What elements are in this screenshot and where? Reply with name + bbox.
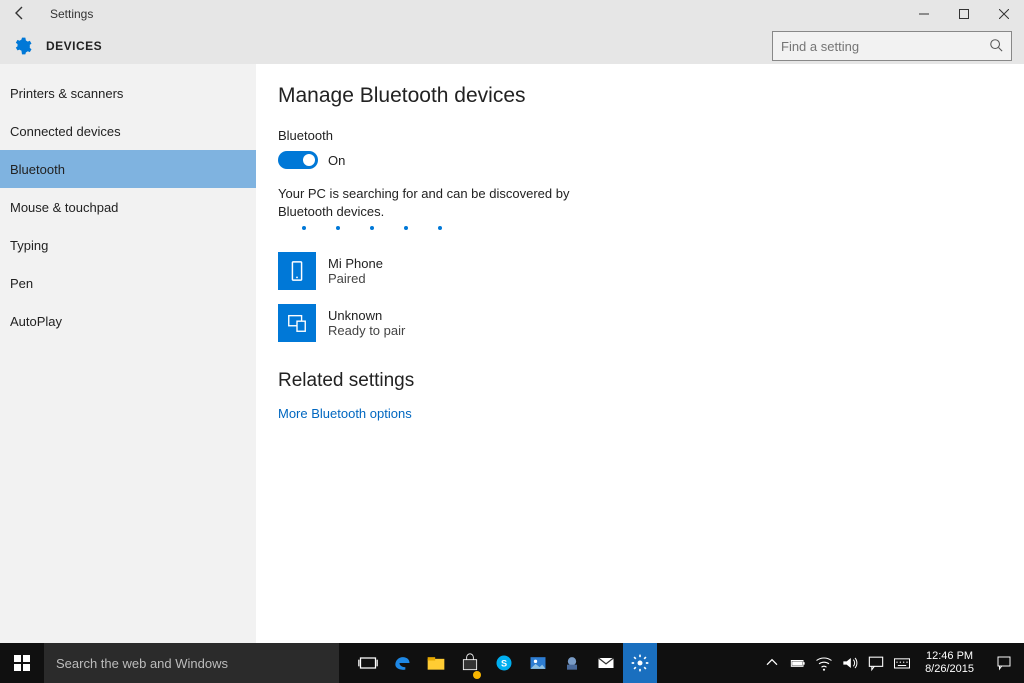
subheader: DEVICES <box>0 28 1024 64</box>
sidebar: Printers & scanners Connected devices Bl… <box>0 64 256 643</box>
device-name: Mi Phone <box>328 256 383 271</box>
device-item[interactable]: Mi Phone Paired <box>278 252 1002 290</box>
pc-icon <box>278 304 316 342</box>
search-icon <box>989 38 1003 55</box>
gear-icon <box>12 36 32 56</box>
settings-taskbar-icon[interactable] <box>623 643 657 683</box>
back-button[interactable] <box>0 5 40 24</box>
action-center-tray-icon[interactable] <box>863 653 889 673</box>
notification-center-button[interactable] <box>984 654 1024 672</box>
minimize-button[interactable] <box>904 0 944 28</box>
sidebar-item-bluetooth[interactable]: Bluetooth <box>0 150 256 188</box>
bluetooth-toggle-row: On <box>278 151 1002 169</box>
bluetooth-toggle[interactable] <box>278 151 318 169</box>
file-explorer-icon[interactable] <box>419 643 453 683</box>
bluetooth-status-text: Your PC is searching for and can be disc… <box>278 185 618 220</box>
settings-body: Printers & scanners Connected devices Bl… <box>0 64 1024 643</box>
searching-indicator <box>278 226 1002 230</box>
tray-overflow-icon[interactable] <box>759 653 785 673</box>
mail-icon[interactable] <box>589 643 623 683</box>
task-view-button[interactable] <box>351 643 385 683</box>
taskbar-clock[interactable]: 12:46 PM 8/26/2015 <box>915 650 984 676</box>
toggle-knob <box>303 154 315 166</box>
settings-search-input[interactable] <box>781 39 989 54</box>
keyboard-icon[interactable] <box>889 653 915 673</box>
bluetooth-label: Bluetooth <box>278 128 1002 143</box>
app-icon[interactable] <box>555 643 589 683</box>
sidebar-item-autoplay[interactable]: AutoPlay <box>0 302 256 340</box>
taskbar-search[interactable]: Search the web and Windows <box>44 643 339 683</box>
sidebar-item-pen[interactable]: Pen <box>0 264 256 302</box>
notification-badge <box>473 671 481 679</box>
clock-time: 12:46 PM <box>926 650 973 663</box>
edge-icon[interactable] <box>385 643 419 683</box>
sidebar-item-mouse-touchpad[interactable]: Mouse & touchpad <box>0 188 256 226</box>
sidebar-item-typing[interactable]: Typing <box>0 226 256 264</box>
wifi-icon[interactable] <box>811 653 837 673</box>
phone-icon <box>278 252 316 290</box>
svg-text:S: S <box>501 658 507 668</box>
sidebar-item-printers[interactable]: Printers & scanners <box>0 74 256 112</box>
device-name: Unknown <box>328 308 405 323</box>
main-panel: Manage Bluetooth devices Bluetooth On Yo… <box>256 64 1024 643</box>
clock-date: 8/26/2015 <box>925 663 974 676</box>
system-tray: 12:46 PM 8/26/2015 <box>759 643 1024 683</box>
device-status: Paired <box>328 271 383 286</box>
more-bluetooth-options-link[interactable]: More Bluetooth options <box>278 406 1002 421</box>
device-status: Ready to pair <box>328 323 405 338</box>
store-icon[interactable] <box>453 643 487 683</box>
device-item[interactable]: Unknown Ready to pair <box>278 304 1002 342</box>
skype-icon[interactable]: S <box>487 643 521 683</box>
window-title: Settings <box>50 7 93 21</box>
page-heading: Manage Bluetooth devices <box>278 84 1002 108</box>
bluetooth-toggle-state: On <box>328 153 345 168</box>
maximize-button[interactable] <box>944 0 984 28</box>
photos-icon[interactable] <box>521 643 555 683</box>
volume-icon[interactable] <box>837 653 863 673</box>
close-button[interactable] <box>984 0 1024 28</box>
section-title: DEVICES <box>46 39 102 53</box>
window-controls <box>904 0 1024 28</box>
titlebar: Settings <box>0 0 1024 28</box>
settings-search[interactable] <box>772 31 1012 61</box>
settings-window: Settings DEVICES Printers & scanners Con… <box>0 0 1024 643</box>
related-settings-heading: Related settings <box>278 370 1002 392</box>
taskbar: Search the web and Windows S <box>0 643 1024 683</box>
battery-icon[interactable] <box>785 653 811 673</box>
start-button[interactable] <box>0 643 44 683</box>
sidebar-item-connected-devices[interactable]: Connected devices <box>0 112 256 150</box>
